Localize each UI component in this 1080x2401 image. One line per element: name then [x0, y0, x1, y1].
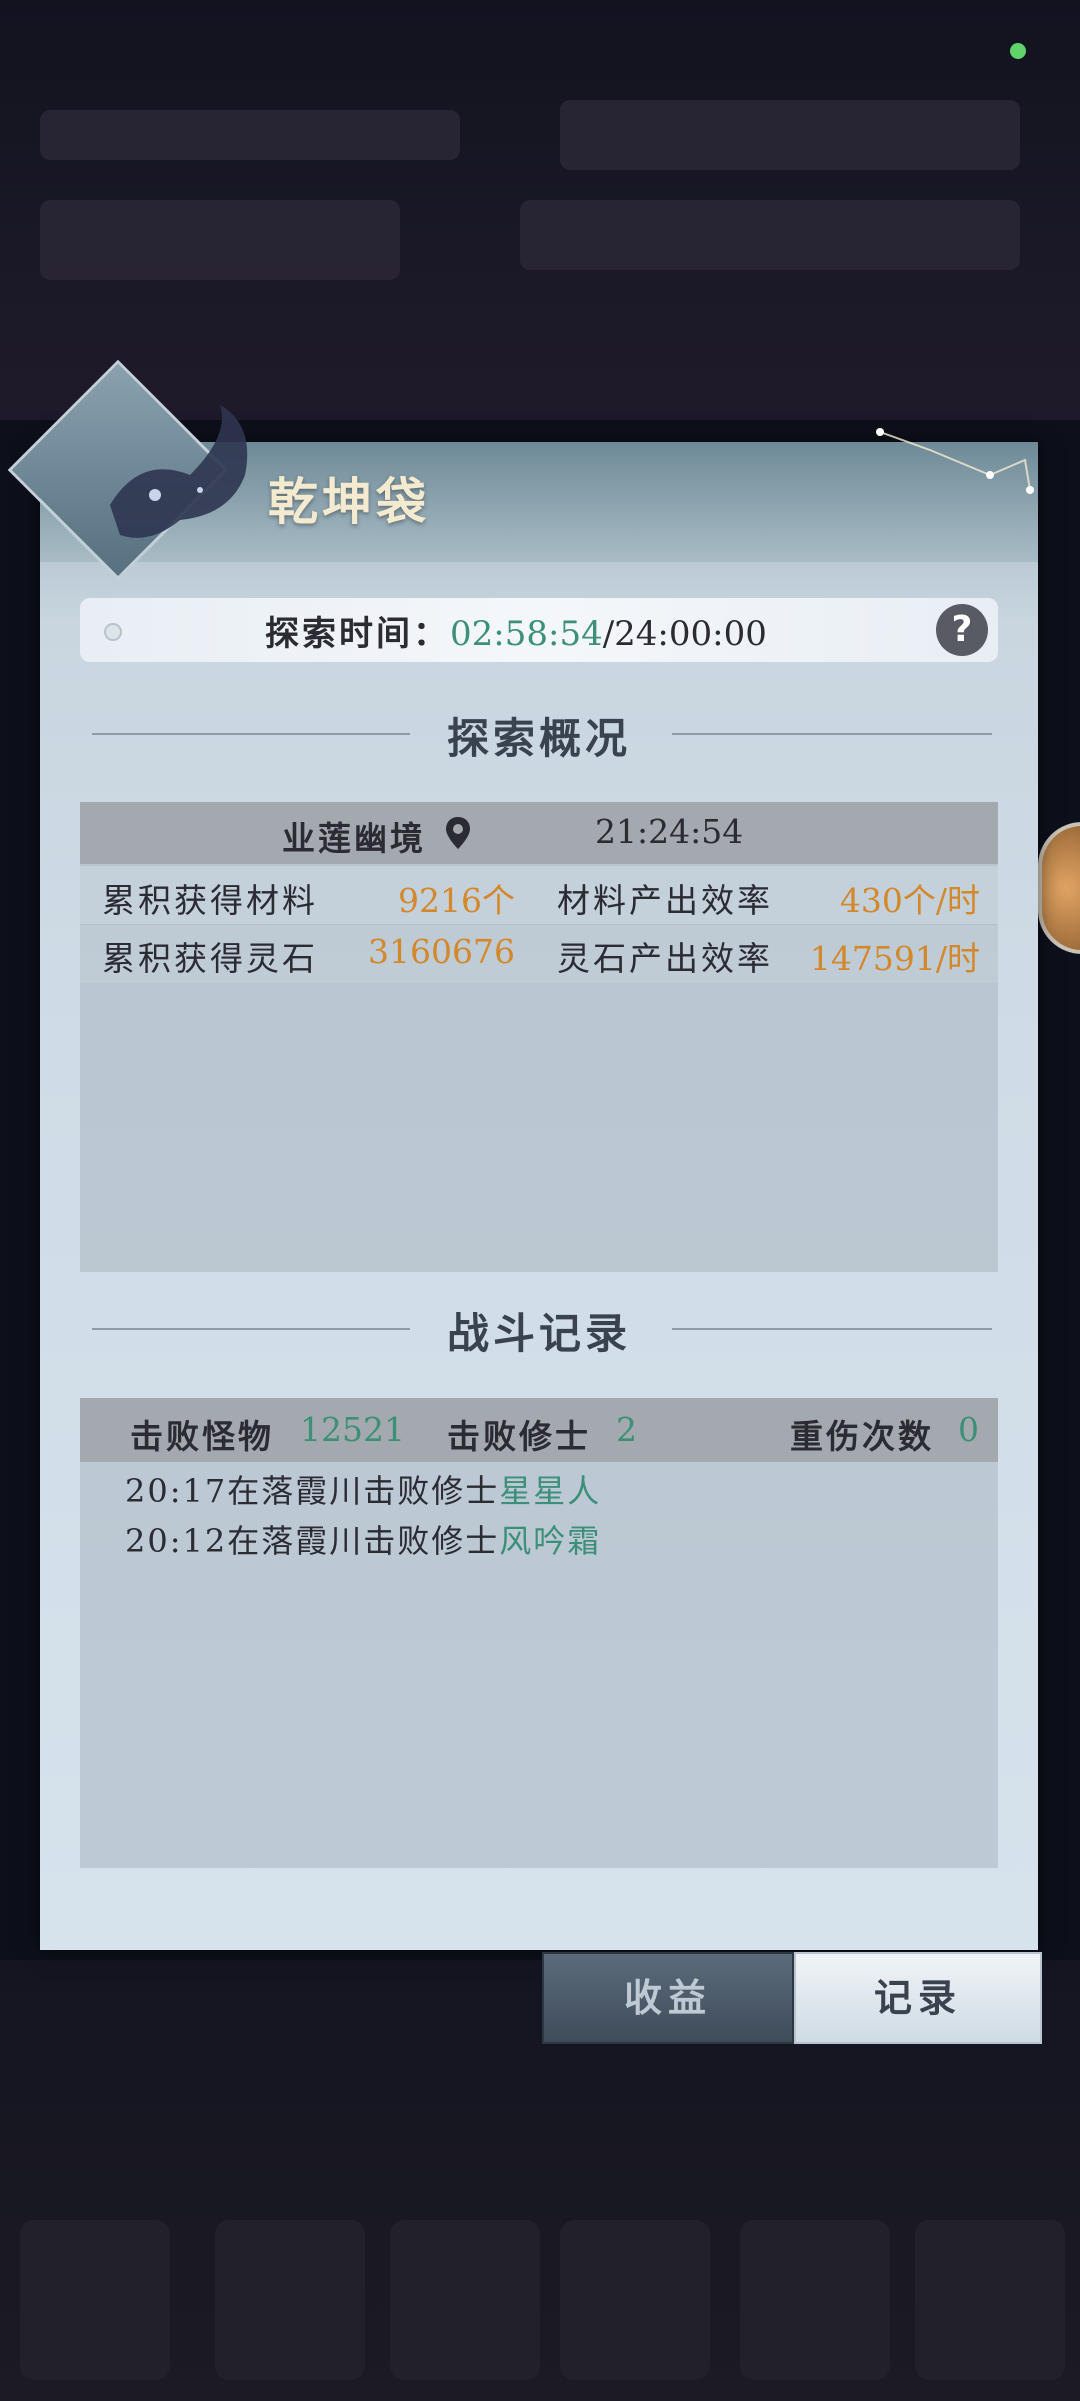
row-label: 累积获得材料 [102, 881, 318, 920]
overview-heading: 探索概况 [447, 714, 632, 763]
divider [92, 733, 410, 735]
monsters-value: 12521 [300, 1410, 405, 1449]
row-value: 3160676 [368, 932, 515, 971]
background-bar [560, 100, 1020, 170]
cultivators-label: 击败修士 [447, 1417, 591, 1456]
background-bar [520, 200, 1020, 270]
log-text: 20:17在落霞川击败修士 [125, 1472, 500, 1510]
background-nav-item [215, 2220, 365, 2380]
background-nav-item [20, 2220, 170, 2380]
radio-dot-icon [104, 623, 122, 641]
combat-heading: 战斗记录 [447, 1309, 632, 1358]
time-total: /24:00:00 [602, 614, 767, 654]
side-orb-button[interactable] [1038, 822, 1080, 954]
background-bar [40, 200, 400, 280]
log-opponent-name[interactable]: 星星人 [499, 1472, 601, 1510]
row-rate-value: 147591/时 [809, 939, 980, 978]
injuries-label: 重伤次数 [790, 1417, 934, 1456]
row-value: 9216个 [398, 881, 515, 920]
combat-log-entry: 20:12在落霞川击败修士风吟霜 [125, 1516, 601, 1562]
row-label: 累积获得灵石 [102, 939, 318, 978]
divider [92, 1328, 410, 1330]
tab-record[interactable]: 记录 [794, 1952, 1042, 2044]
location-pin-icon [446, 817, 470, 849]
time-label: 探索时间： [265, 614, 450, 654]
cultivators-value: 2 [616, 1410, 637, 1449]
divider [672, 733, 992, 735]
log-opponent-name[interactable]: 风吟霜 [499, 1522, 601, 1560]
tab-income[interactable]: 收益 [542, 1952, 794, 2044]
fox-emblem-icon [110, 405, 248, 538]
background-nav-item [740, 2220, 890, 2380]
background-nav-item [915, 2220, 1065, 2380]
injuries-value: 0 [958, 1410, 979, 1449]
overview-header [80, 802, 998, 864]
time-current: 02:58:54 [450, 614, 603, 654]
combat-log-entry: 20:17在落霞川击败修士星星人 [125, 1466, 601, 1512]
background-nav-item [390, 2220, 540, 2380]
background-nav-item [560, 2220, 710, 2380]
divider [672, 1328, 992, 1330]
dialog-title: 乾坤袋 [268, 472, 430, 531]
log-text: 20:12在落霞川击败修士 [125, 1522, 500, 1560]
location-name: 业莲幽境 [282, 819, 426, 858]
row-rate-label: 材料产出效率 [557, 881, 773, 920]
help-icon[interactable]: ? [936, 604, 988, 656]
row-rate-value: 430个/时 [839, 881, 980, 920]
constellation-icon [876, 428, 1034, 494]
row-rate-label: 灵石产出效率 [557, 939, 773, 978]
location-time: 21:24:54 [595, 812, 744, 851]
exploration-time: 探索时间：02:58:54/24:00:00 [265, 606, 767, 655]
status-dot [1010, 43, 1026, 59]
monsters-label: 击败怪物 [130, 1417, 274, 1456]
background-bar [40, 110, 460, 160]
